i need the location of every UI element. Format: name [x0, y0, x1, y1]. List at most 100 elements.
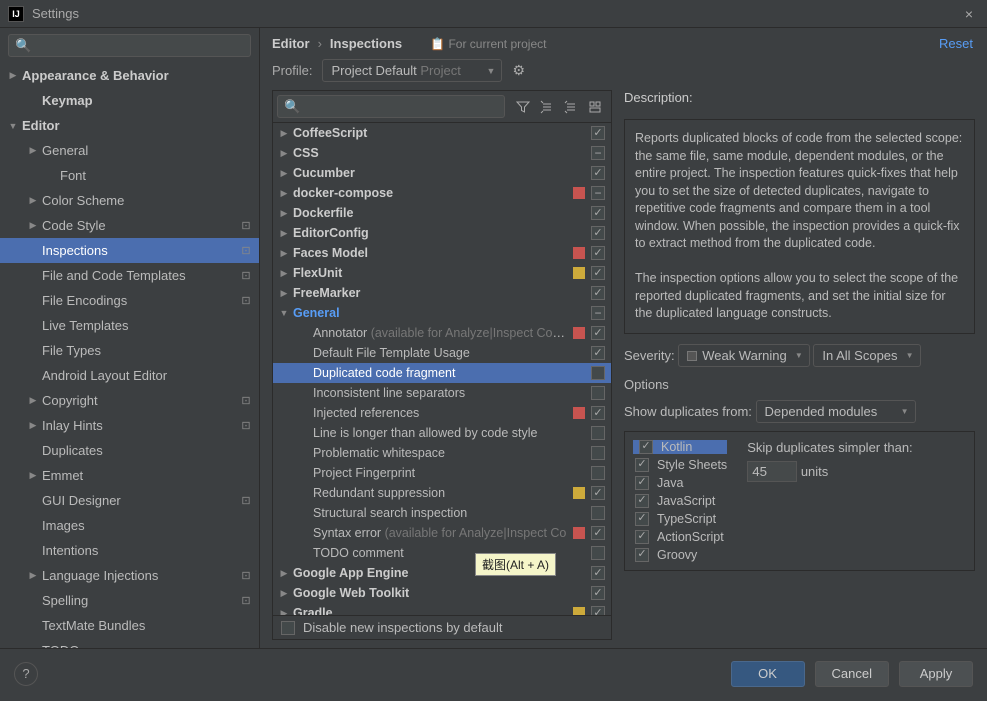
sidebar-item-todo[interactable]: TODO — [0, 638, 259, 648]
expand-all-icon[interactable] — [535, 96, 559, 118]
sidebar-item-color-scheme[interactable]: Color Scheme — [0, 188, 259, 213]
inspection-row[interactable]: Inconsistent line separators — [273, 383, 611, 403]
sidebar-item-file-encodings[interactable]: File Encodings⊡ — [0, 288, 259, 313]
gear-icon[interactable]: ⚙ — [512, 62, 525, 79]
inspection-row[interactable]: FlexUnit — [273, 263, 611, 283]
inspection-row[interactable]: Project Fingerprint — [273, 463, 611, 483]
lang-checkbox[interactable] — [635, 512, 649, 526]
sidebar-item-file-types[interactable]: File Types — [0, 338, 259, 363]
inspection-row[interactable]: Structural search inspection — [273, 503, 611, 523]
sidebar-item-spelling[interactable]: Spelling⊡ — [0, 588, 259, 613]
inspection-row[interactable]: EditorConfig — [273, 223, 611, 243]
inspection-row[interactable]: TODO comment — [273, 543, 611, 563]
inspection-checkbox[interactable] — [591, 586, 605, 600]
inspection-checkbox[interactable] — [591, 326, 605, 340]
sidebar-item-language-injections[interactable]: Language Injections⊡ — [0, 563, 259, 588]
inspection-checkbox[interactable] — [591, 226, 605, 240]
inspection-row[interactable]: Line is longer than allowed by code styl… — [273, 423, 611, 443]
lang-item-groovy[interactable]: Groovy — [633, 548, 727, 562]
sidebar-item-editor[interactable]: Editor — [0, 113, 259, 138]
inspection-row[interactable]: docker-compose — [273, 183, 611, 203]
inspection-checkbox[interactable] — [591, 366, 605, 380]
inspection-checkbox[interactable] — [591, 166, 605, 180]
sidebar-item-inspections[interactable]: Inspections⊡ — [0, 238, 259, 263]
inspection-checkbox[interactable] — [591, 126, 605, 140]
show-duplicates-select[interactable]: Depended modules — [756, 400, 916, 423]
inspection-row[interactable]: Gradle — [273, 603, 611, 615]
inspection-checkbox[interactable] — [591, 526, 605, 540]
lang-checkbox[interactable] — [639, 440, 653, 454]
sidebar-item-appearance-behavior[interactable]: Appearance & Behavior — [0, 63, 259, 88]
inspection-row[interactable]: General — [273, 303, 611, 323]
inspection-row[interactable]: Problematic whitespace — [273, 443, 611, 463]
inspection-checkbox[interactable] — [591, 286, 605, 300]
severity-select[interactable]: Weak Warning — [678, 344, 810, 367]
inspection-row[interactable]: Google Web Toolkit — [273, 583, 611, 603]
inspection-row[interactable]: Google App Engine — [273, 563, 611, 583]
scope-select[interactable]: In All Scopes — [813, 344, 920, 367]
inspection-checkbox[interactable] — [591, 266, 605, 280]
inspection-checkbox[interactable] — [591, 506, 605, 520]
sidebar-item-keymap[interactable]: Keymap — [0, 88, 259, 113]
inspections-tree[interactable]: CoffeeScriptCSSCucumberdocker-composeDoc… — [273, 123, 611, 615]
sidebar-item-font[interactable]: Font — [0, 163, 259, 188]
reset-link[interactable]: Reset — [939, 36, 973, 51]
inspection-checkbox[interactable] — [591, 146, 605, 160]
inspection-checkbox[interactable] — [591, 486, 605, 500]
inspection-row[interactable]: Syntax error (available for Analyze|Insp… — [273, 523, 611, 543]
lang-checkbox[interactable] — [635, 530, 649, 544]
sidebar-item-file-and-code-templates[interactable]: File and Code Templates⊡ — [0, 263, 259, 288]
inspection-checkbox[interactable] — [591, 566, 605, 580]
inspection-checkbox[interactable] — [591, 346, 605, 360]
sidebar-item-inlay-hints[interactable]: Inlay Hints⊡ — [0, 413, 259, 438]
lang-item-actionscript[interactable]: ActionScript — [633, 530, 727, 544]
ok-button[interactable]: OK — [731, 661, 805, 687]
sidebar-item-copyright[interactable]: Copyright⊡ — [0, 388, 259, 413]
sidebar-item-android-layout-editor[interactable]: Android Layout Editor — [0, 363, 259, 388]
inspection-row[interactable]: CSS — [273, 143, 611, 163]
lang-checkbox[interactable] — [635, 458, 649, 472]
sidebar-item-live-templates[interactable]: Live Templates — [0, 313, 259, 338]
sidebar-item-code-style[interactable]: Code Style⊡ — [0, 213, 259, 238]
breadcrumb-editor[interactable]: Editor — [272, 36, 310, 51]
lang-item-typescript[interactable]: TypeScript — [633, 512, 727, 526]
inspection-checkbox[interactable] — [591, 606, 605, 615]
sidebar-item-duplicates[interactable]: Duplicates — [0, 438, 259, 463]
apply-button[interactable]: Apply — [899, 661, 973, 687]
inspection-row[interactable]: FreeMarker — [273, 283, 611, 303]
inspection-row[interactable]: Faces Model — [273, 243, 611, 263]
inspection-row[interactable]: Redundant suppression — [273, 483, 611, 503]
lang-checkbox[interactable] — [635, 476, 649, 490]
inspection-checkbox[interactable] — [591, 246, 605, 260]
inspection-checkbox[interactable] — [591, 186, 605, 200]
inspection-checkbox[interactable] — [591, 446, 605, 460]
group-icon[interactable] — [583, 96, 607, 118]
collapse-all-icon[interactable] — [559, 96, 583, 118]
inspection-row[interactable]: Dockerfile — [273, 203, 611, 223]
sidebar-item-images[interactable]: Images — [0, 513, 259, 538]
sidebar-item-general[interactable]: General — [0, 138, 259, 163]
profile-select[interactable]: Project Default Project — [322, 59, 502, 82]
inspection-checkbox[interactable] — [591, 206, 605, 220]
sidebar-item-intentions[interactable]: Intentions — [0, 538, 259, 563]
sidebar-item-gui-designer[interactable]: GUI Designer⊡ — [0, 488, 259, 513]
lang-item-style-sheets[interactable]: Style Sheets — [633, 458, 727, 472]
inspection-checkbox[interactable] — [591, 306, 605, 320]
inspection-row[interactable]: Duplicated code fragment — [273, 363, 611, 383]
sidebar-item-emmet[interactable]: Emmet — [0, 463, 259, 488]
lang-checkbox[interactable] — [635, 548, 649, 562]
lang-checkbox[interactable] — [635, 494, 649, 508]
inspection-checkbox[interactable] — [591, 426, 605, 440]
inspection-checkbox[interactable] — [591, 466, 605, 480]
inspection-row[interactable]: Default File Template Usage — [273, 343, 611, 363]
disable-new-checkbox[interactable] — [281, 621, 295, 635]
inspection-row[interactable]: Injected references — [273, 403, 611, 423]
inspection-checkbox[interactable] — [591, 386, 605, 400]
filter-icon[interactable] — [511, 96, 535, 118]
skip-value-input[interactable] — [747, 461, 797, 482]
inspections-search-input[interactable] — [277, 95, 505, 118]
settings-tree[interactable]: Appearance & BehaviorKeymapEditorGeneral… — [0, 63, 259, 648]
inspection-row[interactable]: Cucumber — [273, 163, 611, 183]
inspection-checkbox[interactable] — [591, 546, 605, 560]
inspection-checkbox[interactable] — [591, 406, 605, 420]
